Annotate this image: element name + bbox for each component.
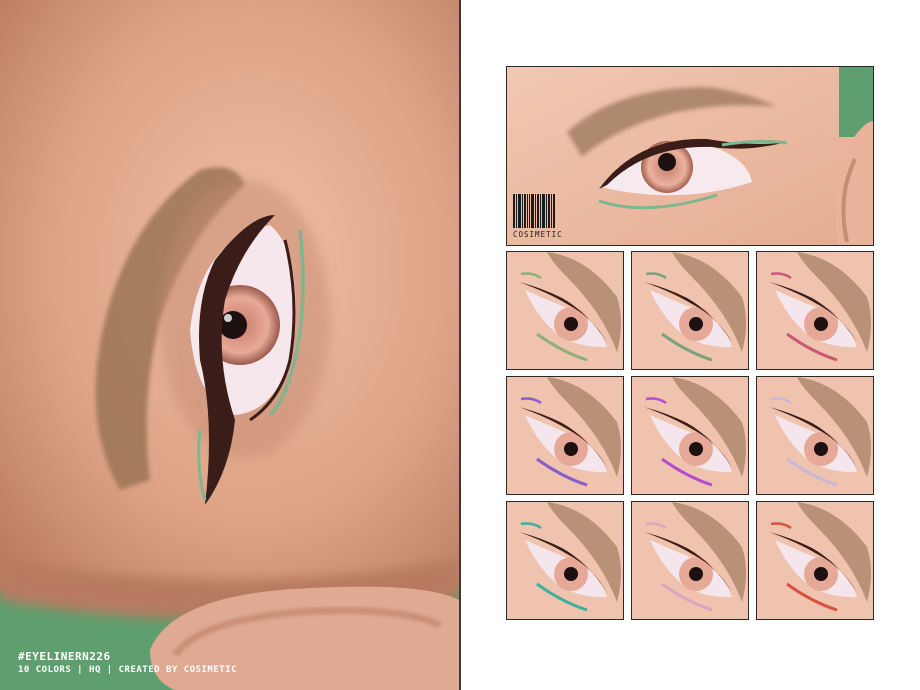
swatch-eye-icon bbox=[507, 252, 623, 369]
color-swatch-4[interactable] bbox=[506, 376, 624, 495]
main-preview-image: COSIMETIC bbox=[506, 66, 874, 246]
color-swatch-1[interactable] bbox=[506, 251, 624, 370]
swatch-eye-icon bbox=[632, 502, 748, 619]
swatch-eye-icon bbox=[757, 377, 873, 494]
caption-subtitle: 10 COLORS | HQ | CREATED BY COSIMETIC bbox=[18, 665, 237, 675]
closeup-eye-illustration bbox=[0, 0, 459, 690]
swatch-eye-icon bbox=[632, 252, 748, 369]
barcode-logo: COSIMETIC bbox=[513, 194, 567, 239]
swatch-eye-icon bbox=[632, 377, 748, 494]
product-caption: #EYELINERN226 10 COLORS | HQ | CREATED B… bbox=[18, 650, 237, 676]
swatch-eye-icon bbox=[507, 502, 623, 619]
color-swatch-6[interactable] bbox=[756, 376, 874, 495]
color-swatch-8[interactable] bbox=[631, 501, 749, 620]
color-swatch-3[interactable] bbox=[756, 251, 874, 370]
color-swatch-2[interactable] bbox=[631, 251, 749, 370]
color-swatch-9[interactable] bbox=[756, 501, 874, 620]
color-swatch-5[interactable] bbox=[631, 376, 749, 495]
closeup-image: #EYELINERN226 10 COLORS | HQ | CREATED B… bbox=[0, 0, 459, 690]
barcode-icon bbox=[513, 194, 567, 228]
swatch-eye-icon bbox=[757, 252, 873, 369]
swatch-eye-icon bbox=[757, 502, 873, 619]
color-swatch-7[interactable] bbox=[506, 501, 624, 620]
swatch-eye-icon bbox=[507, 377, 623, 494]
barcode-text: COSIMETIC bbox=[513, 230, 563, 239]
caption-title: #EYELINERN226 bbox=[18, 650, 111, 663]
